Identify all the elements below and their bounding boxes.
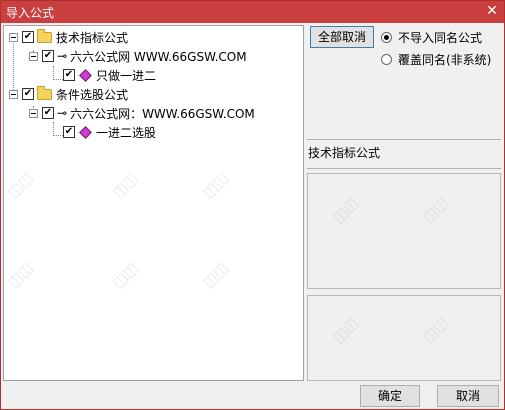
radio-selected-icon[interactable] xyxy=(381,32,392,43)
formula-diamond-icon xyxy=(79,125,92,139)
source-checkbox[interactable]: ✔ xyxy=(42,107,54,119)
close-icon[interactable]: ✕ xyxy=(484,3,500,19)
tree-source-label: 六六公式网 WWW.66GSW.COM xyxy=(70,49,247,64)
cancel-all-button[interactable]: 全部取消 xyxy=(310,26,374,48)
tree-group-label: 条件选股公式 xyxy=(56,87,129,102)
no-import-same-name-radio[interactable]: 不导入同名公式 xyxy=(381,29,482,46)
folder-icon xyxy=(37,28,52,43)
radio-label: 覆盖同名(非系统) xyxy=(398,53,492,67)
tree-formula-item[interactable]: ✔ 只做一进二 xyxy=(63,66,156,84)
tree-source-item[interactable]: ✔ ⊸ 六六公式网 WWW.66GSW.COM xyxy=(29,47,247,65)
formula-info-panel xyxy=(307,173,501,289)
tree-group-technical[interactable]: ✔ 技术指标公式 xyxy=(9,28,128,46)
tree-source-item[interactable]: ✔ ⊸ 六六公式网：WWW.66GSW.COM xyxy=(29,104,255,122)
formula-tree[interactable]: ✔ 技术指标公式 ✔ ⊸ 六六公式网 WWW.66GSW.COM ✔ 只做一进二… xyxy=(3,25,304,381)
key-icon: ⊸ xyxy=(57,49,68,63)
tree-formula-label: 一进二选股 xyxy=(96,125,157,140)
key-icon: ⊸ xyxy=(57,106,68,120)
overwrite-same-name-radio[interactable]: 覆盖同名(非系统) xyxy=(381,51,491,68)
import-formula-dialog: 导入公式 ✕ ✔ 技术指标公式 ✔ ⊸ 六六公式网 WWW.66GSW.COM … xyxy=(0,0,505,410)
tree-source-label: 六六公式网：WWW.66GSW.COM xyxy=(70,106,255,121)
radio-unselected-icon[interactable] xyxy=(381,54,392,65)
group-checkbox[interactable]: ✔ xyxy=(22,88,34,100)
tree-formula-item[interactable]: ✔ 一进二选股 xyxy=(63,123,156,141)
window-title: 导入公式 xyxy=(6,6,55,20)
title-bar: 导入公式 ✕ xyxy=(1,1,504,23)
group-checkbox[interactable]: ✔ xyxy=(22,31,34,43)
category-label: 技术指标公式 xyxy=(308,146,381,160)
divider xyxy=(307,139,501,140)
formula-description-panel xyxy=(307,295,501,381)
ok-button[interactable]: 确定 xyxy=(360,385,420,407)
collapse-toggle-icon[interactable] xyxy=(29,108,38,118)
source-checkbox[interactable]: ✔ xyxy=(42,50,54,62)
collapse-toggle-icon[interactable] xyxy=(29,51,38,61)
divider xyxy=(307,168,501,169)
formula-checkbox[interactable]: ✔ xyxy=(63,126,75,138)
tree-formula-label: 只做一进二 xyxy=(96,68,157,83)
radio-label: 不导入同名公式 xyxy=(398,31,483,45)
collapse-toggle-icon[interactable] xyxy=(9,89,18,99)
cancel-button[interactable]: 取消 xyxy=(437,385,499,407)
collapse-toggle-icon[interactable] xyxy=(9,32,18,42)
tree-group-label: 技术指标公式 xyxy=(56,30,129,45)
tree-group-stock-selection[interactable]: ✔ 条件选股公式 xyxy=(9,85,128,103)
formula-checkbox[interactable]: ✔ xyxy=(63,69,75,81)
folder-icon xyxy=(37,85,52,100)
formula-diamond-icon xyxy=(79,68,92,82)
